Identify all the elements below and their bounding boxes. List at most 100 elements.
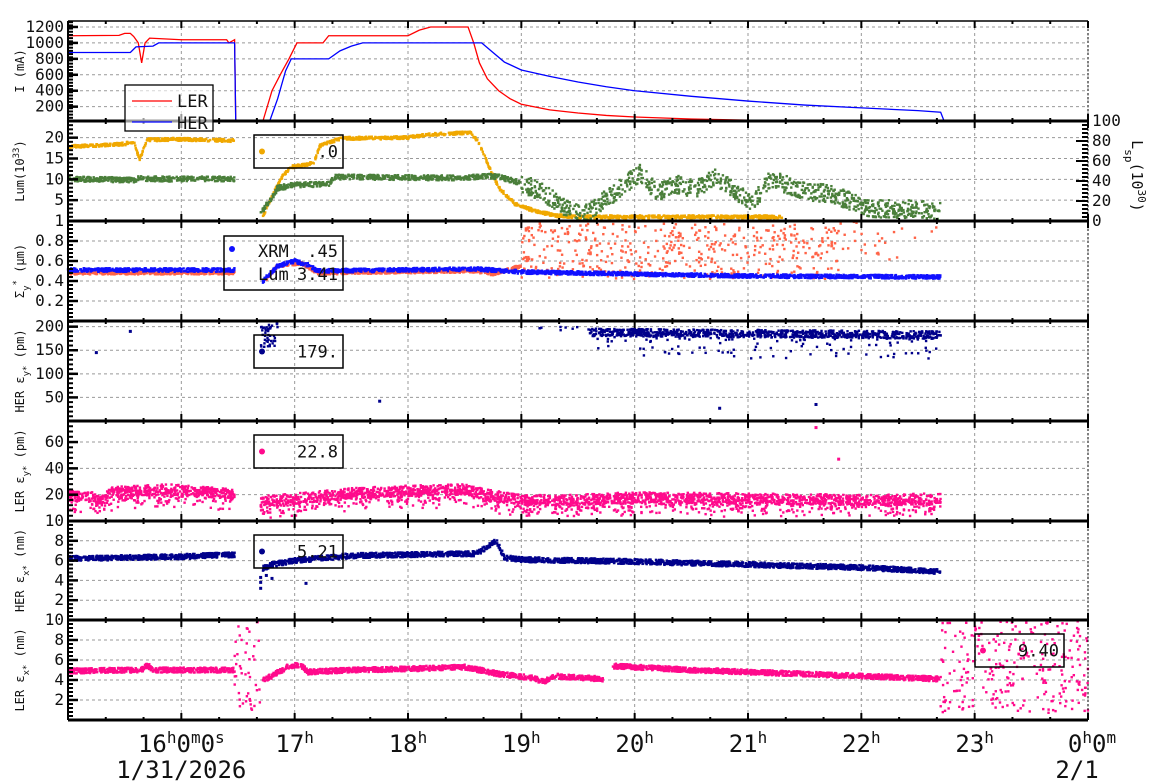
data-point bbox=[610, 261, 614, 265]
data-point bbox=[764, 184, 767, 188]
data-point bbox=[650, 188, 653, 191]
data-point bbox=[166, 137, 170, 140]
data-point bbox=[340, 176, 343, 179]
data-point bbox=[816, 183, 820, 186]
data-point bbox=[523, 256, 526, 260]
data-point bbox=[724, 189, 727, 193]
data-point bbox=[553, 202, 556, 205]
data-point bbox=[681, 190, 685, 193]
data-point bbox=[648, 183, 651, 186]
data-point bbox=[703, 183, 706, 187]
data-point bbox=[120, 177, 124, 180]
data-point bbox=[417, 177, 420, 180]
data-point bbox=[501, 190, 505, 193]
data-point bbox=[449, 177, 452, 180]
data-point bbox=[856, 200, 860, 203]
data-point bbox=[718, 244, 721, 247]
data-point bbox=[546, 245, 549, 248]
data-point bbox=[589, 205, 592, 209]
data-point bbox=[560, 206, 563, 209]
data-point bbox=[527, 177, 530, 181]
data-point bbox=[821, 237, 824, 240]
data-point bbox=[427, 178, 430, 182]
data-point bbox=[661, 181, 664, 184]
data-point bbox=[458, 176, 461, 179]
data-point bbox=[200, 272, 203, 275]
data-point bbox=[604, 192, 607, 195]
data-point bbox=[790, 181, 793, 185]
data-point bbox=[448, 174, 452, 177]
data-point bbox=[644, 214, 648, 218]
data-point bbox=[593, 239, 597, 242]
data-point bbox=[581, 262, 584, 265]
data-point bbox=[898, 205, 902, 209]
data-point bbox=[319, 181, 323, 184]
data-point bbox=[730, 187, 734, 190]
data-point bbox=[653, 180, 656, 183]
data-point bbox=[553, 207, 556, 210]
data-point bbox=[925, 217, 929, 220]
data-point bbox=[133, 273, 136, 276]
data-point bbox=[530, 193, 533, 196]
data-point bbox=[635, 262, 638, 265]
data-point bbox=[527, 226, 530, 229]
data-point bbox=[821, 239, 824, 243]
data-point bbox=[915, 202, 919, 205]
data-point bbox=[337, 137, 340, 140]
data-point bbox=[426, 133, 430, 137]
data-point bbox=[757, 186, 760, 189]
data-point bbox=[370, 173, 373, 177]
data-point bbox=[662, 194, 666, 197]
data-point bbox=[533, 243, 536, 247]
data-point bbox=[640, 265, 643, 269]
data-point bbox=[361, 175, 364, 178]
data-point bbox=[101, 176, 104, 180]
data-point bbox=[610, 193, 613, 196]
data-point bbox=[485, 161, 489, 164]
data-point bbox=[160, 272, 163, 276]
data-point bbox=[582, 265, 585, 268]
data-point bbox=[842, 202, 846, 206]
data-point bbox=[552, 195, 556, 198]
data-point bbox=[129, 177, 132, 180]
data-point bbox=[811, 227, 815, 231]
data-point bbox=[741, 188, 745, 192]
data-point bbox=[134, 146, 137, 150]
data-point bbox=[574, 210, 578, 213]
data-point bbox=[288, 183, 292, 187]
data-point bbox=[820, 192, 823, 196]
data-point bbox=[854, 209, 858, 212]
data-point bbox=[825, 183, 828, 187]
data-point bbox=[462, 178, 465, 181]
data-point bbox=[879, 216, 883, 219]
data-point bbox=[900, 212, 903, 216]
data-point bbox=[727, 178, 730, 182]
data-point bbox=[358, 177, 362, 181]
data-point bbox=[621, 245, 624, 248]
data-point bbox=[515, 182, 519, 186]
data-point bbox=[843, 193, 846, 196]
data-point bbox=[923, 204, 926, 207]
data-point bbox=[821, 183, 825, 186]
data-point bbox=[185, 177, 188, 181]
data-point bbox=[715, 269, 719, 273]
data-point bbox=[756, 197, 759, 200]
data-point bbox=[530, 265, 533, 268]
data-point bbox=[902, 211, 906, 214]
data-point bbox=[846, 198, 849, 201]
data-point bbox=[565, 211, 569, 214]
data-point bbox=[768, 262, 771, 265]
beam-monitor-chart: 20040060080010001200I (mA)5101520Lum(103… bbox=[12, 17, 1149, 782]
data-point bbox=[671, 233, 675, 237]
data-point bbox=[710, 242, 714, 246]
data-point bbox=[300, 182, 303, 186]
data-point bbox=[726, 176, 729, 179]
data-point bbox=[558, 215, 561, 219]
data-point bbox=[829, 196, 833, 199]
data-point bbox=[572, 207, 575, 211]
data-point bbox=[523, 205, 526, 208]
data-point bbox=[76, 144, 79, 147]
data-point bbox=[106, 144, 110, 148]
data-point bbox=[752, 226, 755, 230]
data-point bbox=[540, 186, 543, 190]
